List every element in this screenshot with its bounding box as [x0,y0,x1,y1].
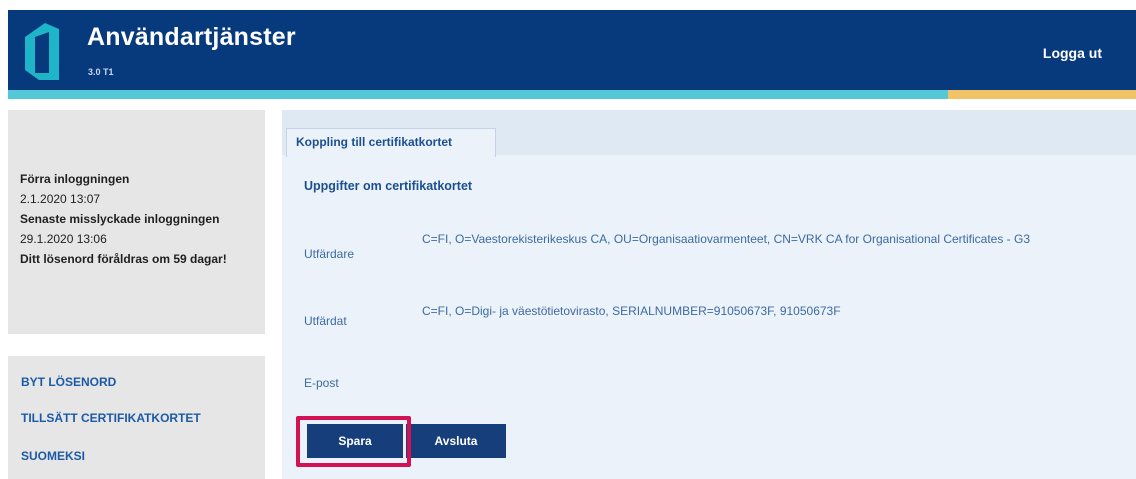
failed-login-time: 29.1.2020 13:06 [20,232,107,246]
password-expiry-notice: Ditt lösenord föråldras om 59 dagar! [20,252,227,266]
logo-icon [25,23,59,80]
app-title: Användartjänster [87,23,296,51]
failed-login-label: Senaste misslyckade inloggningen [20,212,220,226]
version-label: 3.0 T1 [88,67,114,77]
sidebar-item-change-password[interactable]: BYT LÖSENORD [21,375,116,389]
accent-stripe-gold [948,90,1136,99]
section-title: Uppgifter om certifikatkortet [304,179,473,193]
cancel-button[interactable]: Avsluta [406,424,506,458]
tab-certificate-link[interactable]: Koppling till certifikatkortet [286,128,496,157]
email-label: E-post [304,376,339,390]
save-button[interactable]: Spara [307,424,403,458]
login-info-text: Förra inloggningen 2.1.2020 13:07 Senast… [20,169,260,269]
login-info-panel: Förra inloggningen 2.1.2020 13:07 Senast… [8,110,265,334]
logout-link[interactable]: Logga ut [1043,45,1102,61]
issuer-label: Utfärdare [304,247,355,261]
sidebar-nav: BYT LÖSENORD TILLSÄTT CERTIFIKATKORTET S… [8,356,265,479]
issued-to-value: C=FI, O=Digi- ja väestötietovirasto, SER… [422,304,841,318]
sidebar-item-finnish-language[interactable]: SUOMEKSI [21,449,85,463]
sidebar-item-add-certificate-card[interactable]: TILLSÄTT CERTIFIKATKORTET [21,411,201,425]
previous-login-time: 2.1.2020 13:07 [20,192,101,206]
issuer-value: C=FI, O=Vaestorekisterikeskus CA, OU=Org… [422,232,1031,246]
previous-login-label: Förra inloggningen [20,172,130,186]
app-header: Användartjänster 3.0 T1 Logga ut [8,10,1136,90]
accent-stripe-teal [8,90,948,99]
tab-bar: Koppling till certifikatkortet [282,110,1136,157]
issued-to-label: Utfärdat [304,314,347,328]
